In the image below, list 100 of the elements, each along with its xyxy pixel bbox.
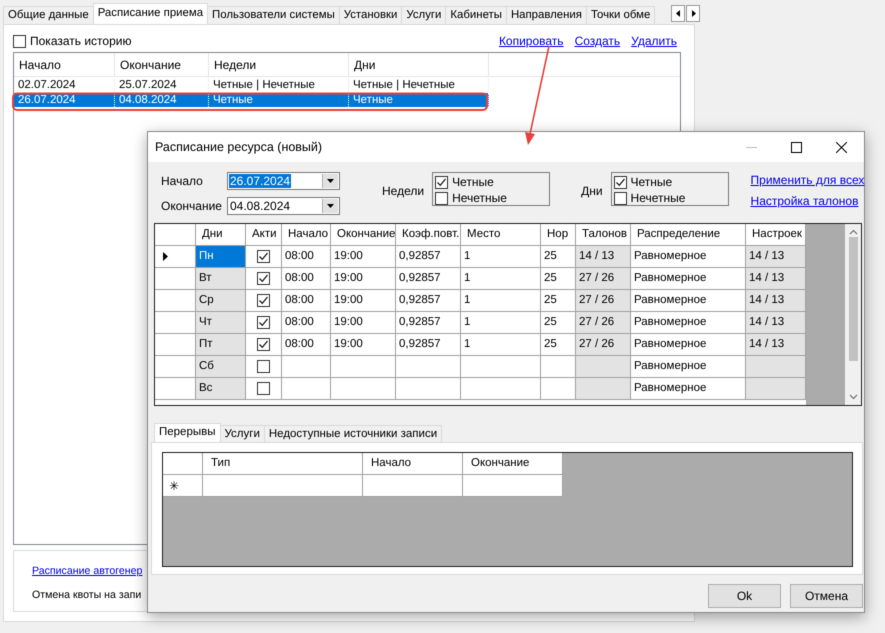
table-cell[interactable]: Вс — [196, 378, 246, 399]
dropdown-icon[interactable] — [322, 174, 338, 188]
table-cell[interactable] — [203, 475, 363, 497]
column-header[interactable]: Окончание — [115, 53, 209, 77]
checkbox[interactable] — [257, 360, 270, 373]
table-cell[interactable]: 0,92857 — [396, 334, 461, 355]
checkbox[interactable] — [257, 272, 270, 285]
column-header[interactable]: Нор — [541, 224, 576, 245]
table-cell[interactable]: 1 — [461, 268, 541, 289]
table-cell[interactable] — [463, 475, 563, 497]
table-cell[interactable]: 1 — [461, 246, 541, 267]
date-field[interactable]: 04.08.2024 — [227, 197, 340, 215]
tab[interactable]: Перерывы — [154, 423, 220, 442]
table-cell[interactable]: Чт — [196, 312, 246, 333]
column-header[interactable]: Начало — [363, 453, 463, 475]
dialog-button[interactable]: Ok — [708, 584, 781, 608]
column-header[interactable]: Тип — [203, 453, 363, 475]
table-cell[interactable]: 14 / 13 — [746, 246, 806, 267]
action-link[interactable]: Создать — [574, 34, 620, 48]
checkbox[interactable] — [257, 316, 270, 329]
table-cell[interactable]: 1 — [461, 290, 541, 311]
checkbox[interactable] — [257, 338, 270, 351]
scroll-down-icon[interactable] — [848, 394, 858, 400]
table-cell[interactable]: 19:00 — [331, 334, 396, 355]
date-field[interactable]: 26.07.2024 — [227, 172, 340, 190]
table-cell[interactable]: 08:00 — [282, 334, 331, 355]
column-header[interactable]: Акти — [246, 224, 282, 245]
table-cell[interactable]: 14 / 13 — [746, 334, 806, 355]
column-header[interactable]: Место — [461, 224, 541, 245]
table-cell[interactable] — [363, 475, 463, 497]
action-link[interactable]: Удалить — [631, 34, 677, 48]
table-cell[interactable] — [576, 356, 631, 377]
checkbox[interactable] — [435, 192, 448, 204]
column-header[interactable]: Недели — [209, 53, 349, 77]
table-cell: 25.07.2024 — [115, 78, 209, 92]
table-cell[interactable]: 1 — [461, 312, 541, 333]
table-cell[interactable]: Сб — [196, 356, 246, 377]
column-header[interactable]: Дни — [196, 224, 246, 245]
table-cell[interactable]: 08:00 — [282, 312, 331, 333]
group-label: Недели — [382, 184, 424, 200]
table-cell[interactable]: 0,92857 — [396, 312, 461, 333]
dialog-button[interactable]: Отмена — [790, 584, 863, 608]
table-cell[interactable]: 14 / 13 — [746, 290, 806, 311]
table-cell[interactable]: 0,92857 — [396, 290, 461, 311]
maximize-icon[interactable] — [791, 142, 802, 152]
scroll-left-icon[interactable] — [671, 5, 685, 22]
table-cell[interactable]: 19:00 — [331, 312, 396, 333]
close-icon[interactable] — [836, 142, 847, 152]
schedule-link[interactable]: Расписание автогенер — [32, 565, 142, 577]
action-link[interactable]: Копировать — [498, 34, 564, 48]
column-header[interactable]: Окончание — [331, 224, 396, 245]
table-cell[interactable]: 14 / 13 — [746, 312, 806, 333]
checkbox[interactable] — [435, 176, 448, 188]
column-header[interactable]: Коэф.повт. — [396, 224, 461, 245]
scroll-up-icon[interactable] — [848, 229, 858, 235]
tab[interactable]: Точки обме — [586, 6, 656, 24]
table-cell[interactable]: 08:00 — [282, 246, 331, 267]
column-header[interactable]: Начало — [14, 53, 115, 77]
table-cell[interactable] — [746, 378, 806, 399]
table-cell[interactable]: 27 / 26 — [576, 312, 631, 333]
table-cell[interactable]: 1 — [461, 334, 541, 355]
checkbox[interactable] — [13, 34, 26, 48]
table-cell[interactable]: 0,92857 — [396, 246, 461, 267]
table-cell[interactable]: Ср — [196, 290, 246, 311]
column-header[interactable]: Настроек — [746, 224, 806, 245]
action-link[interactable]: Применить для всех — [750, 173, 864, 187]
table-cell[interactable]: 19:00 — [331, 290, 396, 311]
column-header[interactable]: Окончание — [463, 453, 563, 475]
column-header[interactable]: Начало — [282, 224, 331, 245]
table-cell[interactable]: 19:00 — [331, 268, 396, 289]
table-cell[interactable]: 19:00 — [331, 246, 396, 267]
checkbox[interactable] — [257, 382, 270, 395]
table-cell[interactable]: 27 / 26 — [576, 334, 631, 355]
table-cell[interactable]: Пн — [196, 246, 246, 267]
column-header[interactable]: Дни — [349, 53, 489, 77]
checkbox[interactable] — [614, 176, 627, 188]
table-cell[interactable]: 14 / 13 — [746, 268, 806, 289]
action-link[interactable]: Настройка талонов — [750, 194, 864, 208]
table-cell[interactable]: 08:00 — [282, 290, 331, 311]
row-header[interactable]: ✳ — [163, 475, 203, 497]
table-cell[interactable] — [576, 378, 631, 399]
table-cell[interactable] — [746, 356, 806, 377]
tab[interactable]: Общие данные — [3, 6, 94, 24]
scrollbar[interactable] — [845, 224, 861, 405]
table-cell[interactable]: 0,92857 — [396, 268, 461, 289]
table-cell[interactable]: 14 / 13 — [576, 246, 631, 267]
table-row[interactable]: 02.07.2024 25.07.2024 Четные | Нечетные Четные | Нечетные — [14, 78, 680, 92]
table-cell[interactable]: 27 / 26 — [576, 290, 631, 311]
column-header[interactable]: Талонов — [576, 224, 631, 245]
dropdown-icon[interactable] — [322, 199, 338, 213]
table-cell[interactable]: Пт — [196, 334, 246, 355]
table-cell[interactable]: Вт — [196, 268, 246, 289]
column-header[interactable]: Распределение — [631, 224, 746, 245]
checkbox[interactable] — [257, 294, 270, 307]
table-cell[interactable]: 27 / 26 — [576, 268, 631, 289]
checkbox[interactable] — [614, 192, 627, 204]
checkbox[interactable] — [257, 250, 270, 263]
tab[interactable]: Расписание приема — [92, 3, 208, 24]
scroll-right-icon[interactable] — [686, 5, 700, 22]
table-cell[interactable]: 08:00 — [282, 268, 331, 289]
